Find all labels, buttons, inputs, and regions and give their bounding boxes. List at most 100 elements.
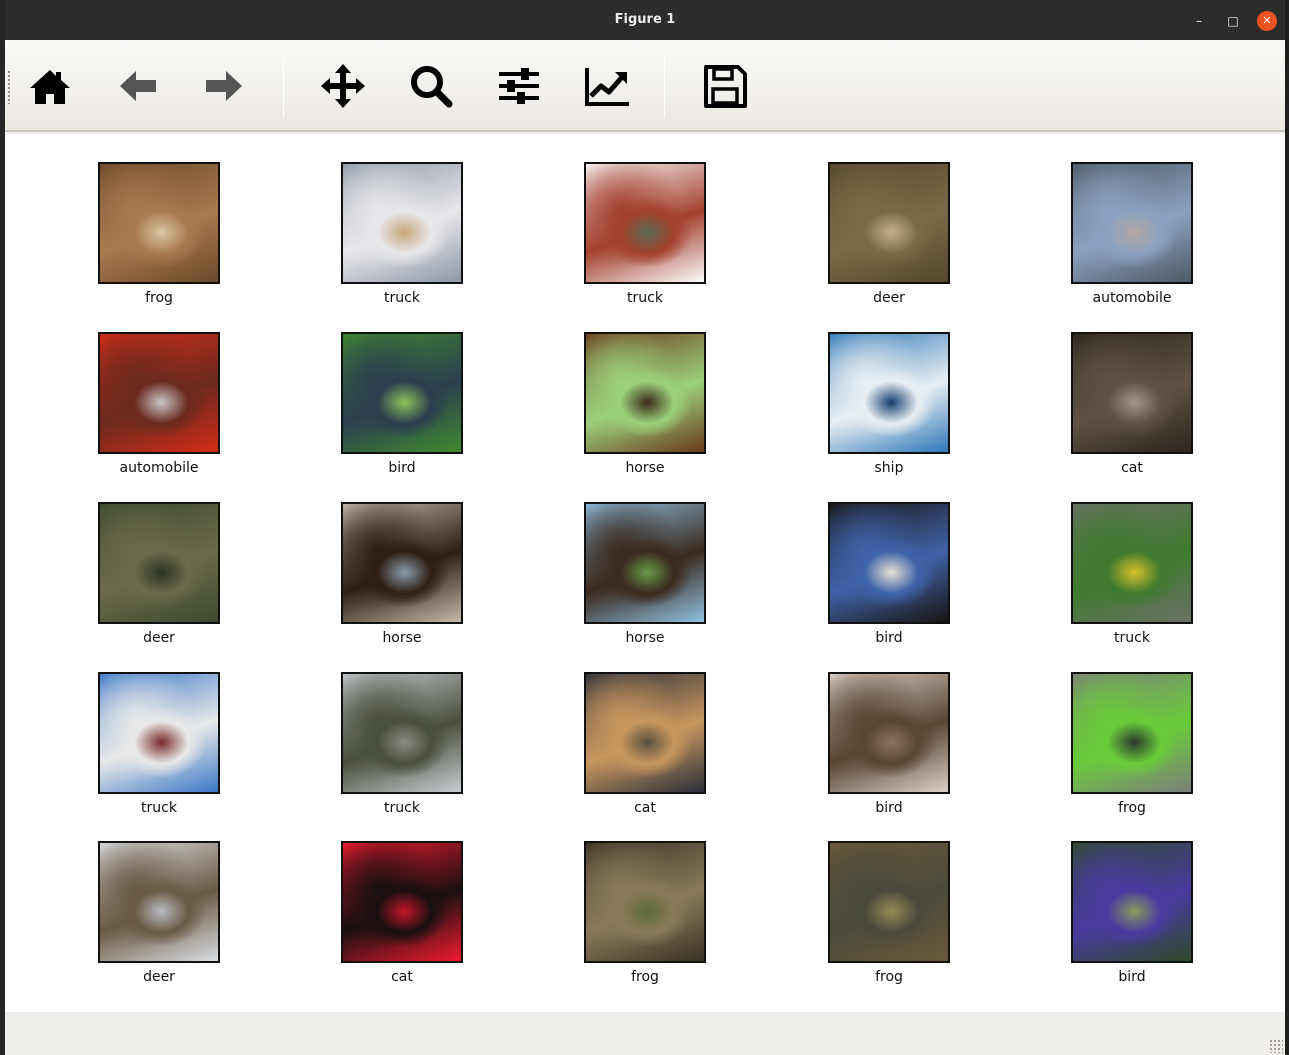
subplot-image[interactable] bbox=[584, 502, 706, 624]
subplot-image[interactable] bbox=[98, 841, 220, 963]
subplot-title: ship bbox=[874, 460, 904, 476]
navigation-toolbar bbox=[5, 40, 1285, 132]
subplot-image[interactable] bbox=[1071, 672, 1193, 794]
automobile-picture bbox=[1073, 164, 1191, 282]
subplot-image[interactable] bbox=[1071, 162, 1193, 284]
bird-picture bbox=[830, 674, 948, 792]
subplot-title: cat bbox=[391, 969, 413, 985]
subplot-image[interactable] bbox=[584, 841, 706, 963]
back-button[interactable] bbox=[114, 62, 162, 110]
subplot-image[interactable] bbox=[828, 502, 950, 624]
save-button[interactable] bbox=[701, 62, 749, 110]
subplot-cell: truck bbox=[341, 162, 463, 312]
cat-picture bbox=[1073, 334, 1191, 452]
maximize-button[interactable]: □ bbox=[1223, 11, 1243, 31]
toolbar-separator bbox=[664, 56, 665, 118]
subplot-image[interactable] bbox=[828, 841, 950, 963]
move-icon bbox=[321, 64, 365, 108]
figure-canvas[interactable]: frog truck truck deer automobile automobile bi… bbox=[5, 134, 1285, 1012]
zoom-button[interactable] bbox=[407, 62, 455, 110]
subplot-image[interactable] bbox=[341, 841, 463, 963]
frog-picture bbox=[1073, 674, 1191, 792]
subplot-image[interactable] bbox=[98, 162, 220, 284]
frog-picture bbox=[830, 843, 948, 961]
line-chart-icon bbox=[585, 68, 629, 106]
subplot-image[interactable] bbox=[1071, 841, 1193, 963]
subplot-cell: horse bbox=[584, 332, 706, 482]
subplot-cell: ship bbox=[828, 332, 950, 482]
subplot-title: deer bbox=[143, 630, 175, 646]
truck-picture bbox=[343, 164, 461, 282]
minimize-button[interactable]: – bbox=[1189, 11, 1209, 31]
figure-window: Figure 1 – □ ✕ frog truck truck deer aut… bbox=[5, 0, 1285, 1055]
sliders-icon bbox=[499, 68, 539, 104]
subplot-cell: truck bbox=[584, 162, 706, 312]
subplot-image[interactable] bbox=[98, 672, 220, 794]
subplot-title: frog bbox=[631, 969, 659, 985]
horse-picture bbox=[586, 504, 704, 622]
subplot-title: truck bbox=[627, 290, 663, 306]
ship-picture bbox=[830, 334, 948, 452]
subplot-image[interactable] bbox=[584, 332, 706, 454]
subplot-cell: cat bbox=[1071, 332, 1193, 482]
subplot-title: horse bbox=[625, 460, 665, 476]
configure-subplots-button[interactable] bbox=[495, 62, 543, 110]
subplot-title: bird bbox=[875, 800, 903, 816]
pan-button[interactable] bbox=[319, 62, 367, 110]
subplot-title: bird bbox=[1118, 969, 1146, 985]
subplot-title: bird bbox=[875, 630, 903, 646]
subplot-image[interactable] bbox=[828, 672, 950, 794]
subplot-cell: bird bbox=[1071, 841, 1193, 991]
edit-axes-button[interactable] bbox=[583, 62, 631, 110]
subplot-title: truck bbox=[384, 290, 420, 306]
subplot-title: cat bbox=[1121, 460, 1143, 476]
title-bar[interactable]: Figure 1 – □ ✕ bbox=[5, 0, 1285, 40]
bird-picture bbox=[343, 334, 461, 452]
frog-picture bbox=[586, 843, 704, 961]
subplot-image[interactable] bbox=[1071, 502, 1193, 624]
subplot-cell: horse bbox=[341, 502, 463, 652]
subplot-cell: cat bbox=[584, 672, 706, 822]
subplot-image[interactable] bbox=[341, 162, 463, 284]
bird-picture bbox=[830, 504, 948, 622]
subplot-image[interactable] bbox=[341, 502, 463, 624]
subplot-title: truck bbox=[384, 800, 420, 816]
subplot-image[interactable] bbox=[828, 162, 950, 284]
subplot-image[interactable] bbox=[341, 332, 463, 454]
truck-picture bbox=[343, 674, 461, 792]
subplot-cell: bird bbox=[341, 332, 463, 482]
subplot-title: frog bbox=[1118, 800, 1146, 816]
bird-picture bbox=[1073, 843, 1191, 961]
arrow-left-icon bbox=[120, 71, 156, 101]
forward-button[interactable] bbox=[200, 62, 248, 110]
subplot-cell: truck bbox=[341, 672, 463, 822]
subplot-image[interactable] bbox=[98, 502, 220, 624]
subplot-title: truck bbox=[141, 800, 177, 816]
cat-picture bbox=[586, 674, 704, 792]
subplot-cell: deer bbox=[828, 162, 950, 312]
subplot-image[interactable] bbox=[584, 672, 706, 794]
subplot-cell: bird bbox=[828, 502, 950, 652]
subplot-cell: horse bbox=[584, 502, 706, 652]
resize-grip[interactable] bbox=[1269, 1039, 1283, 1053]
subplot-image[interactable] bbox=[98, 332, 220, 454]
horse-picture bbox=[586, 334, 704, 452]
subplot-title: automobile bbox=[1092, 290, 1172, 306]
cat-picture bbox=[343, 843, 461, 961]
subplot-title: deer bbox=[873, 290, 905, 306]
subplot-title: bird bbox=[388, 460, 416, 476]
subplot-image[interactable] bbox=[828, 332, 950, 454]
status-bar bbox=[5, 1012, 1285, 1055]
subplot-cell: cat bbox=[341, 841, 463, 991]
subplot-image[interactable] bbox=[1071, 332, 1193, 454]
window-title: Figure 1 bbox=[614, 12, 676, 27]
close-button[interactable]: ✕ bbox=[1257, 11, 1277, 31]
frog-picture bbox=[100, 164, 218, 282]
floppy-disk-icon bbox=[704, 65, 747, 108]
subplot-image[interactable] bbox=[584, 162, 706, 284]
home-button[interactable] bbox=[26, 62, 74, 110]
subplot-image[interactable] bbox=[341, 672, 463, 794]
toolbar-grip[interactable] bbox=[7, 70, 11, 104]
subplot-cell: frog bbox=[584, 841, 706, 991]
subplot-title: horse bbox=[625, 630, 665, 646]
